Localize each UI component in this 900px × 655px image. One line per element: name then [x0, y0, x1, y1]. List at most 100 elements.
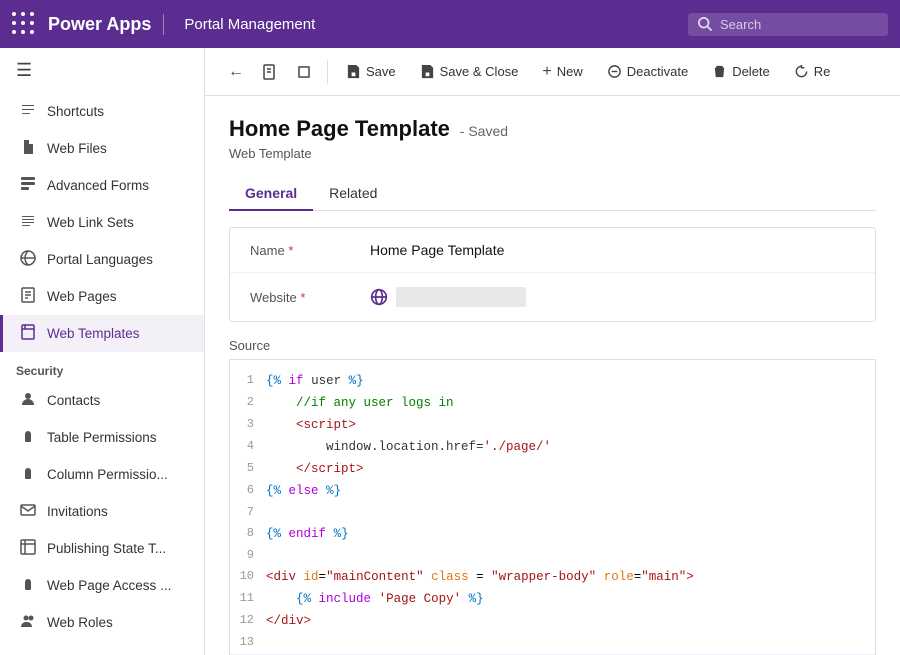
source-label: Source: [229, 338, 876, 353]
save-close-icon: [420, 64, 435, 79]
saved-status: - Saved: [460, 123, 508, 139]
sidebar-item-advanced-forms[interactable]: Advanced Forms: [0, 167, 204, 204]
sidebar-label-web-files: Web Files: [47, 141, 107, 156]
code-line-5: 5 </script>: [230, 458, 875, 480]
sidebar-item-web-files[interactable]: Web Files: [0, 130, 204, 167]
tab-related[interactable]: Related: [313, 177, 393, 211]
code-editor[interactable]: 1 {% if user %} 2 //if any user logs in …: [229, 359, 876, 655]
expand-button[interactable]: [289, 57, 319, 87]
search-box[interactable]: [688, 13, 888, 36]
web-pages-icon: [19, 287, 37, 306]
sidebar-item-contacts[interactable]: Contacts: [0, 382, 204, 419]
sidebar-label-advanced-forms: Advanced Forms: [47, 178, 149, 193]
deactivate-label: Deactivate: [627, 64, 688, 79]
column-permissions-icon: [19, 465, 37, 484]
globe-icon: [370, 288, 388, 306]
save-button[interactable]: Save: [336, 59, 406, 84]
code-line-4: 4 window.location.href='./page/': [230, 436, 875, 458]
code-line-3: 3 <script>: [230, 414, 875, 436]
refresh-label: Re: [814, 64, 831, 79]
sidebar-item-portal-languages[interactable]: Portal Languages: [0, 241, 204, 278]
topbar: Power Apps Portal Management: [0, 0, 900, 48]
code-line-8: 8 {% endif %}: [230, 523, 875, 545]
main-content: ← Save Save & Close + New Deact: [205, 48, 900, 655]
toolbar: ← Save Save & Close + New Deact: [205, 48, 900, 96]
sidebar-item-table-permissions[interactable]: Table Permissions: [0, 419, 204, 456]
save-close-button[interactable]: Save & Close: [410, 59, 529, 84]
delete-button[interactable]: Delete: [702, 59, 780, 84]
sidebar: ☰ Shortcuts Web Files Advanced Forms Web…: [0, 48, 205, 655]
sidebar-label-web-templates: Web Templates: [47, 326, 140, 341]
save-icon: [346, 64, 361, 79]
code-line-7: 7: [230, 502, 875, 523]
refresh-icon: [794, 64, 809, 79]
sidebar-label-contacts: Contacts: [47, 393, 100, 408]
name-required: *: [288, 243, 293, 258]
web-roles-icon: [19, 613, 37, 632]
delete-label: Delete: [732, 64, 770, 79]
code-line-11: 11 {% include 'Page Copy' %}: [230, 588, 875, 610]
code-line-13: 13: [230, 632, 875, 653]
web-link-sets-icon: [19, 213, 37, 232]
search-input[interactable]: [720, 17, 870, 32]
sidebar-toggle[interactable]: ☰: [0, 48, 204, 93]
sidebar-item-web-page-access[interactable]: Web Page Access ...: [0, 567, 204, 604]
tab-general[interactable]: General: [229, 177, 313, 211]
form-row-name: Name * Home Page Template: [230, 228, 875, 273]
app-layout: ☰ Shortcuts Web Files Advanced Forms Web…: [0, 48, 900, 655]
sidebar-item-publishing-state[interactable]: Publishing State T...: [0, 530, 204, 567]
new-button[interactable]: + New: [532, 58, 592, 86]
sidebar-item-web-roles[interactable]: Web Roles: [0, 604, 204, 641]
app-grid-icon[interactable]: [12, 12, 36, 36]
save-close-label: Save & Close: [440, 64, 519, 79]
tabs: General Related: [229, 177, 876, 211]
security-section-label: Security: [0, 352, 204, 382]
code-line-6: 6 {% else %}: [230, 480, 875, 502]
website-required: *: [300, 290, 305, 305]
sidebar-label-column-permissions: Column Permissio...: [47, 467, 168, 482]
invitations-icon: [19, 502, 37, 521]
name-value[interactable]: Home Page Template: [370, 242, 504, 258]
code-line-10: 10 <div id="mainContent" class = "wrappe…: [230, 566, 875, 588]
website-blurred-value: [396, 287, 526, 307]
new-label: New: [557, 64, 583, 79]
web-files-icon: [19, 139, 37, 158]
content-area: Home Page Template - Saved Web Template …: [205, 96, 900, 655]
toolbar-separator-1: [327, 60, 328, 84]
refresh-button[interactable]: Re: [784, 59, 841, 84]
save-label: Save: [366, 64, 396, 79]
code-line-9: 9: [230, 545, 875, 566]
deactivate-button[interactable]: Deactivate: [597, 59, 698, 84]
web-templates-icon: [19, 324, 37, 343]
sidebar-label-web-roles: Web Roles: [47, 615, 113, 630]
back-button[interactable]: ←: [221, 57, 251, 87]
sidebar-label-web-pages: Web Pages: [47, 289, 117, 304]
sidebar-item-invitations[interactable]: Invitations: [0, 493, 204, 530]
source-section: Source 1 {% if user %} 2 //if any user l…: [229, 338, 876, 655]
sidebar-item-web-link-sets[interactable]: Web Link Sets: [0, 204, 204, 241]
page-subtitle: Web Template: [229, 146, 876, 161]
sidebar-label-invitations: Invitations: [47, 504, 108, 519]
code-line-12: 12 </div>: [230, 610, 875, 632]
sidebar-item-column-permissions[interactable]: Column Permissio...: [0, 456, 204, 493]
sidebar-label-publishing-state: Publishing State T...: [47, 541, 166, 556]
form-row-website: Website *: [230, 273, 875, 321]
app-name: Power Apps: [48, 14, 164, 35]
form-section: Name * Home Page Template Website *: [229, 227, 876, 322]
page-header: Home Page Template - Saved: [229, 116, 876, 142]
code-line-1: 1 {% if user %}: [230, 370, 875, 392]
website-label: Website *: [250, 290, 370, 305]
deactivate-icon: [607, 64, 622, 79]
advanced-forms-icon: [19, 176, 37, 195]
sidebar-item-web-templates[interactable]: Web Templates: [0, 315, 204, 352]
contacts-icon: [19, 391, 37, 410]
sidebar-item-web-pages[interactable]: Web Pages: [0, 278, 204, 315]
web-page-access-icon: [19, 576, 37, 595]
portal-name: Portal Management: [184, 16, 315, 33]
search-icon: [698, 17, 712, 31]
page-title: Home Page Template: [229, 116, 450, 141]
sidebar-item-shortcuts[interactable]: Shortcuts: [0, 93, 204, 130]
delete-icon: [712, 64, 727, 79]
page-icon-button[interactable]: [255, 57, 285, 87]
website-value[interactable]: [370, 287, 526, 307]
